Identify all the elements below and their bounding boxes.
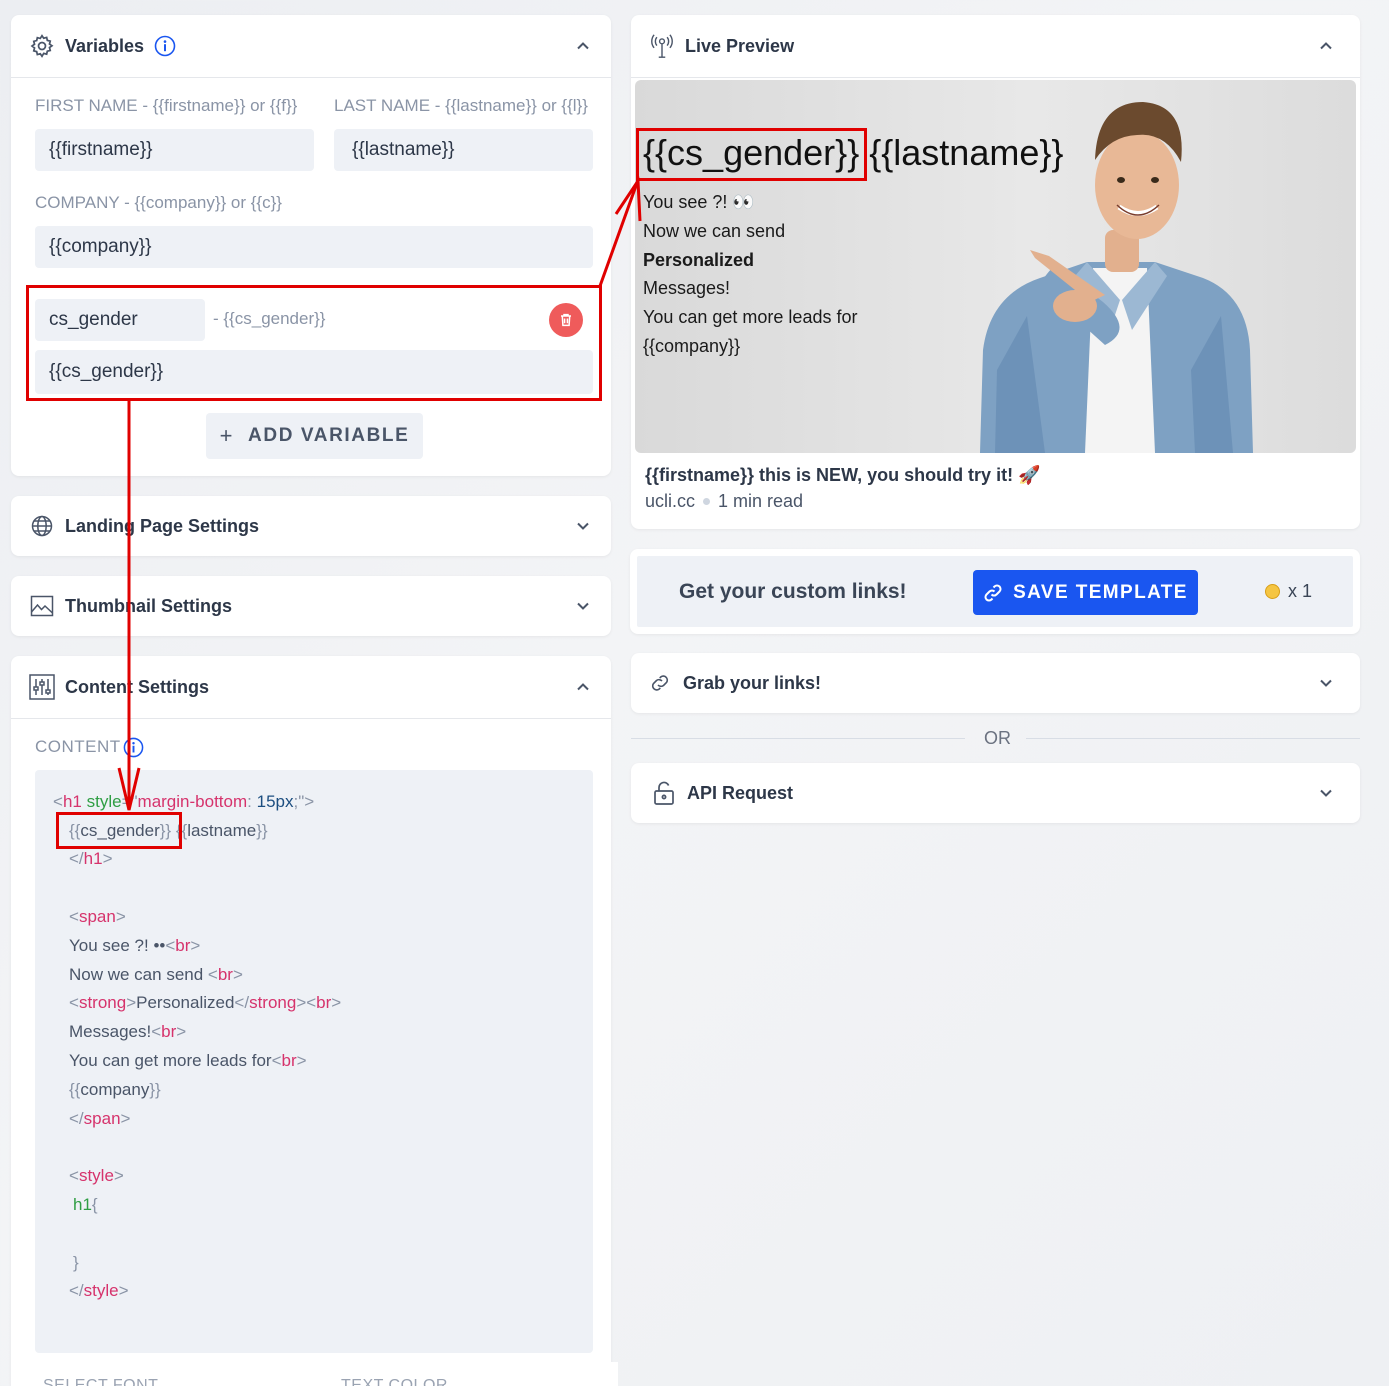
annotation-box-variable [26,285,602,401]
content-settings-header[interactable]: Content Settings [11,656,611,718]
preview-domain: ucli.cc [645,491,696,511]
landing-settings-title: Landing Page Settings [65,515,260,536]
code-line: {{company}} [69,1080,161,1099]
cta-text: Get your custom links! [679,580,907,603]
landing-settings-card: Landing Page Settings [11,496,611,556]
code-line: <strong>Personalized</strong><br> [69,993,342,1012]
code-line: </h1> [69,849,113,868]
gear-icon [29,33,55,59]
divider [631,77,1360,78]
preview-body: You see ?! 👀 Now we can send Personalize… [643,188,857,361]
content-label: CONTENT [35,737,121,756]
annotation-box-preview-heading [636,128,867,181]
grab-links-title: Grab your links! [683,672,822,693]
or-divider-left [631,738,965,739]
lastname-field[interactable]: {{lastname}} [334,129,593,171]
chevron-down-icon[interactable] [573,516,593,536]
code-line: You can get more leads for<br> [69,1051,307,1070]
coin-counter: x 1 [1265,581,1312,602]
code-line: <style> [69,1166,124,1185]
preview-line: You see ?! 👀 [643,192,755,212]
info-icon[interactable] [123,737,144,758]
thumbnail-settings-card: Thumbnail Settings [11,576,611,636]
save-template-button[interactable]: SAVE TEMPLATE [973,570,1198,615]
content-settings-title: Content Settings [65,676,209,697]
grab-links-header[interactable]: Grab your links! [631,653,1360,713]
preview-read-time: 1 min read [718,491,804,511]
or-divider-right [1026,738,1360,739]
chevron-up-icon[interactable] [573,677,593,697]
chevron-down-icon[interactable] [573,596,593,616]
code-line: <span> [69,907,126,926]
thumbnail-settings-title: Thumbnail Settings [65,595,233,616]
link-icon [983,583,1003,603]
add-variable-button[interactable]: + ADD VARIABLE [206,413,423,459]
live-preview-title: Live Preview [685,35,795,56]
code-line: } [73,1253,79,1272]
chevron-down-icon[interactable] [1316,673,1336,693]
variables-header[interactable]: Variables [11,15,611,77]
coin-count: x 1 [1288,581,1313,601]
code-line: h1{ [73,1195,98,1214]
text-color-label: TEXT COLOR [341,1377,448,1386]
divider [11,77,611,78]
api-request-title: API Request [687,782,794,803]
company-field[interactable]: {{company}} [35,226,593,268]
preview-caption: {{firstname}} this is NEW, you should tr… [645,465,1041,485]
grab-links-card: Grab your links! [631,653,1360,713]
variables-title: Variables [65,35,145,56]
coin-icon [1265,584,1280,599]
thumbnail-settings-header[interactable]: Thumbnail Settings [11,576,611,636]
chevron-up-icon[interactable] [573,36,593,56]
annotation-box-code [56,812,182,849]
code-line: </style> [69,1281,129,1300]
globe-icon [29,513,55,539]
preview-line: {{company}} [643,335,741,356]
or-label: OR [984,728,1011,748]
add-variable-label: ADD VARIABLE [248,425,410,446]
landing-settings-header[interactable]: Landing Page Settings [11,496,611,556]
preview-line: Personalized [643,249,755,270]
image-icon [29,593,55,619]
link-icon [647,670,673,696]
select-font-label: SELECT FONT [43,1377,159,1386]
content-editor[interactable]: <h1 style="margin-bottom: 15px;"> {{cs_g… [35,770,593,1353]
api-request-header[interactable]: API Request [631,763,1360,823]
preview-heading-lastname: {{lastname}} [869,132,1064,173]
chevron-up-icon[interactable] [1316,36,1336,56]
api-request-card: API Request [631,763,1360,823]
preview-line: Messages! [643,278,731,299]
dot-separator [703,498,711,505]
info-icon[interactable] [154,35,176,57]
preview-line: You can get more leads for [643,307,858,328]
chevron-down-icon[interactable] [1316,783,1336,803]
code-line: Now we can send <br> [69,965,243,984]
lastname-label: LAST NAME - {{lastname}} or {{l}} [334,96,588,115]
preview-meta: ucli.cc 1 min read [645,491,803,512]
code-line: </span> [69,1109,131,1128]
sliders-icon [29,674,55,700]
broadcast-icon [649,33,675,59]
divider [11,718,611,719]
save-template-label: SAVE TEMPLATE [1013,581,1188,603]
code-line: Messages!<br> [69,1022,187,1041]
preview-line: Now we can send [643,220,786,241]
live-preview-header[interactable]: Live Preview [631,15,1360,77]
unlock-icon [651,780,677,806]
plus-icon: + [219,423,235,448]
firstname-field[interactable]: {{firstname}} [35,129,314,171]
code-line: You see ?! ••<br> [69,936,201,955]
firstname-label: FIRST NAME - {{firstname}} or {{f}} [35,96,298,115]
company-label: COMPANY - {{company}} or {{c}} [35,193,282,212]
